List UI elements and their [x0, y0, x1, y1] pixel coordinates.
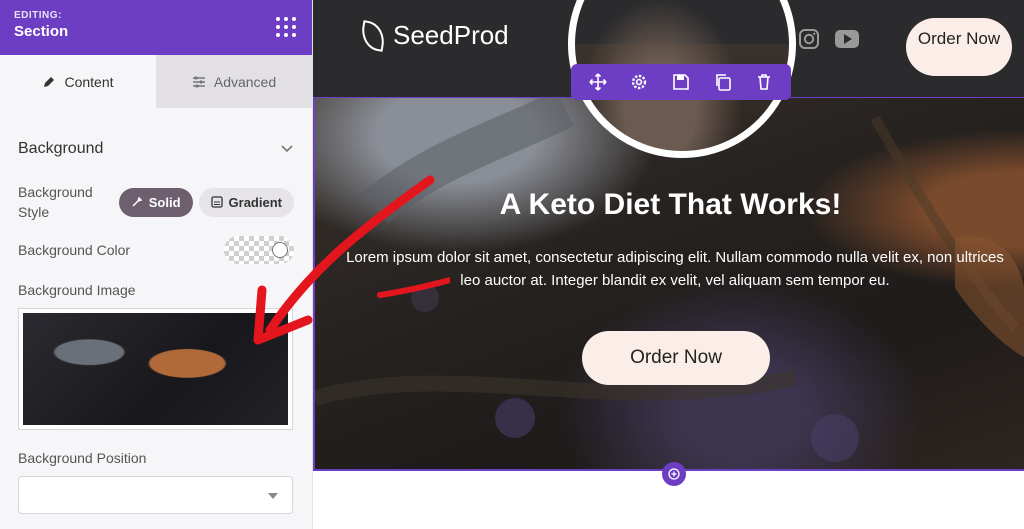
background-image-picker[interactable] — [18, 308, 293, 430]
settings-icon[interactable] — [629, 72, 649, 92]
youtube-icon[interactable] — [834, 29, 860, 49]
delete-icon[interactable] — [754, 72, 774, 92]
sliders-icon — [192, 75, 205, 88]
seedprod-logo[interactable]: SeedProd — [358, 19, 509, 52]
logo-text: SeedProd — [393, 20, 509, 50]
solid-label: Solid — [148, 194, 181, 210]
sidebar-tabs: Content Advanced — [0, 55, 312, 108]
content-panel: Background Background Style Solid Gradie… — [0, 126, 312, 514]
eyedropper-icon — [132, 196, 143, 207]
leaf-icon — [358, 19, 388, 52]
background-style-options: Solid Gradient — [118, 187, 294, 217]
tab-content[interactable]: Content — [0, 55, 156, 108]
background-style-row: Background Style Solid Gradient — [18, 182, 294, 222]
caret-down-icon — [268, 493, 278, 499]
pencil-icon — [44, 76, 55, 87]
background-heading: Background — [18, 140, 104, 157]
grid-menu-icon[interactable] — [276, 17, 296, 37]
editing-label: EDITING: — [14, 10, 62, 21]
section-toolbar — [571, 64, 791, 100]
tab-advanced-label: Advanced — [213, 73, 277, 90]
background-position-label: Background Position — [18, 450, 147, 466]
background-image-label: Background Image — [18, 282, 136, 298]
hero-text: Lorem ipsum dolor sit amet, consectetur … — [346, 249, 1004, 289]
editor-sidebar: EDITING: Section Content Advanced Backgr… — [0, 0, 313, 529]
add-section-button[interactable] — [662, 462, 686, 486]
move-icon[interactable] — [588, 72, 608, 92]
tab-advanced[interactable]: Advanced — [156, 55, 312, 108]
plus-icon — [668, 468, 680, 480]
tab-content-label: Content — [64, 73, 114, 90]
gradient-icon — [210, 196, 223, 208]
gradient-button[interactable]: Gradient — [198, 187, 294, 217]
instagram-icon[interactable] — [798, 28, 820, 50]
hero-title: A Keto Diet That Works! — [499, 188, 842, 221]
duplicate-icon[interactable] — [713, 72, 733, 92]
sidebar-header: EDITING: Section — [0, 0, 312, 55]
palette-icon — [272, 242, 288, 258]
solid-button[interactable]: Solid — [118, 187, 193, 217]
chevron-down-icon — [281, 145, 293, 153]
background-style-label: Background Style — [18, 184, 93, 220]
background-color-row: Background Color — [18, 236, 294, 264]
gradient-label: Gradient — [228, 194, 282, 210]
background-image-thumbnail — [23, 313, 288, 425]
background-color-picker[interactable] — [224, 236, 294, 264]
background-position-select[interactable] — [18, 476, 293, 514]
header-order-now-button[interactable]: Order Now — [906, 18, 1012, 76]
section-title: Section — [14, 23, 69, 40]
background-color-label: Background Color — [18, 242, 131, 258]
save-icon[interactable] — [671, 72, 691, 92]
background-section-toggle[interactable]: Background — [18, 126, 294, 172]
hero-order-now-button[interactable]: Order Now — [582, 331, 770, 385]
